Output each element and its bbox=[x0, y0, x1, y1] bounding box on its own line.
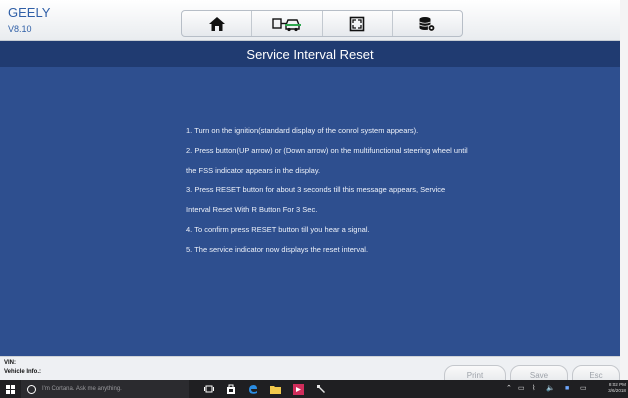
database-settings-icon bbox=[419, 16, 436, 32]
screenshot-button[interactable] bbox=[323, 11, 393, 36]
media-app-icon bbox=[292, 383, 304, 395]
windows-taskbar: I'm Cortana. Ask me anything. ⌃ ▭ ⌇ 🔈 ■ … bbox=[0, 380, 628, 398]
window-edge bbox=[620, 0, 628, 380]
home-icon bbox=[208, 16, 225, 31]
task-view-button[interactable] bbox=[202, 380, 216, 398]
notification-icon[interactable]: ■ bbox=[565, 385, 569, 393]
instruction-list: 1. Turn on the ignition(standard display… bbox=[186, 121, 586, 260]
instruction-line: 4. To confirm press RESET button till yo… bbox=[186, 224, 370, 234]
cortana-icon bbox=[27, 384, 36, 394]
home-button[interactable] bbox=[182, 11, 253, 36]
screenshot-icon bbox=[349, 16, 365, 31]
search-placeholder: I'm Cortana. Ask me anything. bbox=[42, 386, 122, 392]
instruction-line: 1. Turn on the ignition(standard display… bbox=[186, 126, 419, 135]
app-window: GEELY V8.10 Service Interval Reset 1. Tu… bbox=[0, 0, 620, 383]
vehicle-connect-icon bbox=[272, 17, 301, 31]
instruction-line: Interval Reset With R Button For 3 Sec. bbox=[186, 205, 318, 215]
vehicle-connect-button[interactable] bbox=[252, 11, 323, 36]
status-footer: VIN: Vehicle Info.: Print Save Esc bbox=[0, 356, 620, 383]
brand-name: GEELY bbox=[8, 5, 51, 20]
store-button[interactable] bbox=[224, 380, 238, 398]
edge-browser-icon bbox=[249, 385, 257, 394]
vehicle-info-label: Vehicle Info.: bbox=[4, 369, 42, 375]
main-toolbar bbox=[181, 10, 463, 37]
instruction-line: the FSS indicator appears in the display… bbox=[186, 165, 321, 175]
instruction-line: 5. The service indicator now displays th… bbox=[186, 244, 369, 254]
file-explorer-button[interactable] bbox=[268, 380, 282, 398]
instructions-panel: 1. Turn on the ignition(standard display… bbox=[0, 67, 620, 356]
start-button[interactable] bbox=[3, 380, 18, 398]
tray-expand-icon[interactable]: ⌃ bbox=[506, 385, 512, 393]
header: GEELY V8.10 bbox=[0, 0, 620, 41]
wrench-icon bbox=[317, 385, 325, 393]
app-version: V8.10 bbox=[8, 24, 32, 34]
windows-logo-icon bbox=[6, 384, 15, 394]
database-settings-button[interactable] bbox=[393, 11, 462, 36]
instruction-line: 3. Press RESET button for about 3 second… bbox=[186, 185, 446, 195]
tools-app-button[interactable] bbox=[314, 380, 328, 398]
system-clock[interactable]: 8:02 PM 3/6/2018 bbox=[598, 382, 626, 394]
keyboard-icon[interactable]: ▭ bbox=[580, 385, 587, 393]
clock-date: 3/6/2018 bbox=[608, 388, 626, 393]
network-icon[interactable]: ⌇ bbox=[532, 385, 535, 393]
battery-icon[interactable]: ▭ bbox=[518, 385, 525, 393]
title-bar: Service Interval Reset bbox=[0, 41, 620, 67]
cortana-search-box[interactable]: I'm Cortana. Ask me anything. bbox=[21, 380, 189, 398]
media-app-button[interactable] bbox=[290, 380, 306, 398]
folder-icon bbox=[269, 385, 281, 394]
page-title: Service Interval Reset bbox=[246, 46, 374, 62]
vin-label: VIN: bbox=[4, 360, 16, 366]
store-icon bbox=[227, 384, 235, 394]
edge-browser-button[interactable] bbox=[246, 380, 260, 398]
volume-icon[interactable]: 🔈 bbox=[546, 385, 555, 393]
instruction-line: 2. Press button(UP arrow) or (Down arrow… bbox=[186, 145, 468, 155]
task-view-icon bbox=[204, 385, 214, 393]
